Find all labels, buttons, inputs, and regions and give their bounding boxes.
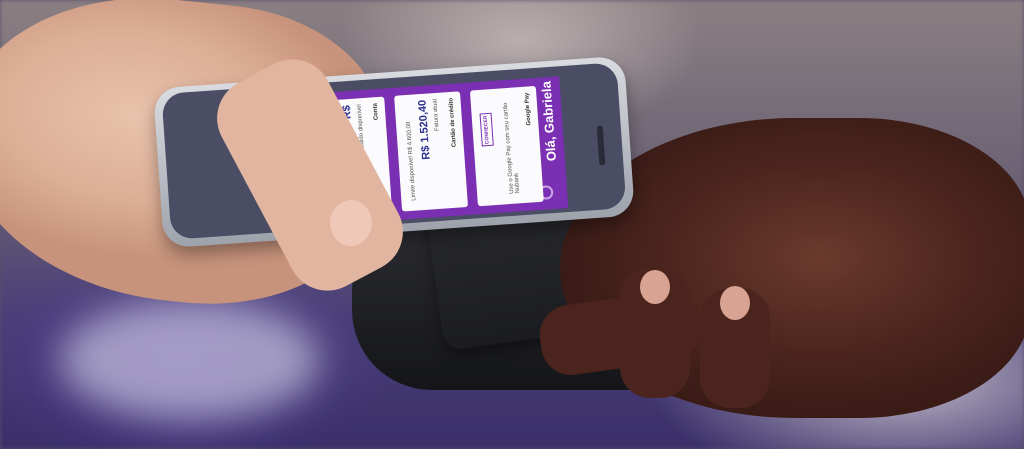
greeting-text: Olá, Gabriela xyxy=(538,80,560,162)
credit-card-amount: R$ 1.520,40 xyxy=(416,99,433,161)
photo-scene: 1 2 3 4 5 6 7 8 9 0 Olá, Gabriela xyxy=(0,0,1024,449)
google-pay-title: Google Pay xyxy=(524,92,533,126)
conhecer-button[interactable]: CONHECER xyxy=(479,113,494,147)
credit-card-card[interactable]: Cartão de crédito Fatura atual R$ 1.520,… xyxy=(394,91,469,212)
earpiece-speaker xyxy=(596,125,606,166)
credit-card-limit: Limite disponível R$ 4.600,00 xyxy=(405,121,418,201)
fingernail xyxy=(330,200,372,246)
credit-card-title: Cartão de crédito xyxy=(448,97,458,148)
fingernail xyxy=(720,286,750,320)
account-title: Conta xyxy=(372,102,380,121)
credit-card-subtitle: Fatura atual xyxy=(432,98,441,132)
fingernail xyxy=(640,270,670,304)
background-light xyxy=(60,300,320,420)
google-pay-description: Use o Google Pay com seu cartão Nubank xyxy=(502,102,522,195)
google-pay-card[interactable]: Google Pay Use o Google Pay com seu cart… xyxy=(469,85,544,207)
